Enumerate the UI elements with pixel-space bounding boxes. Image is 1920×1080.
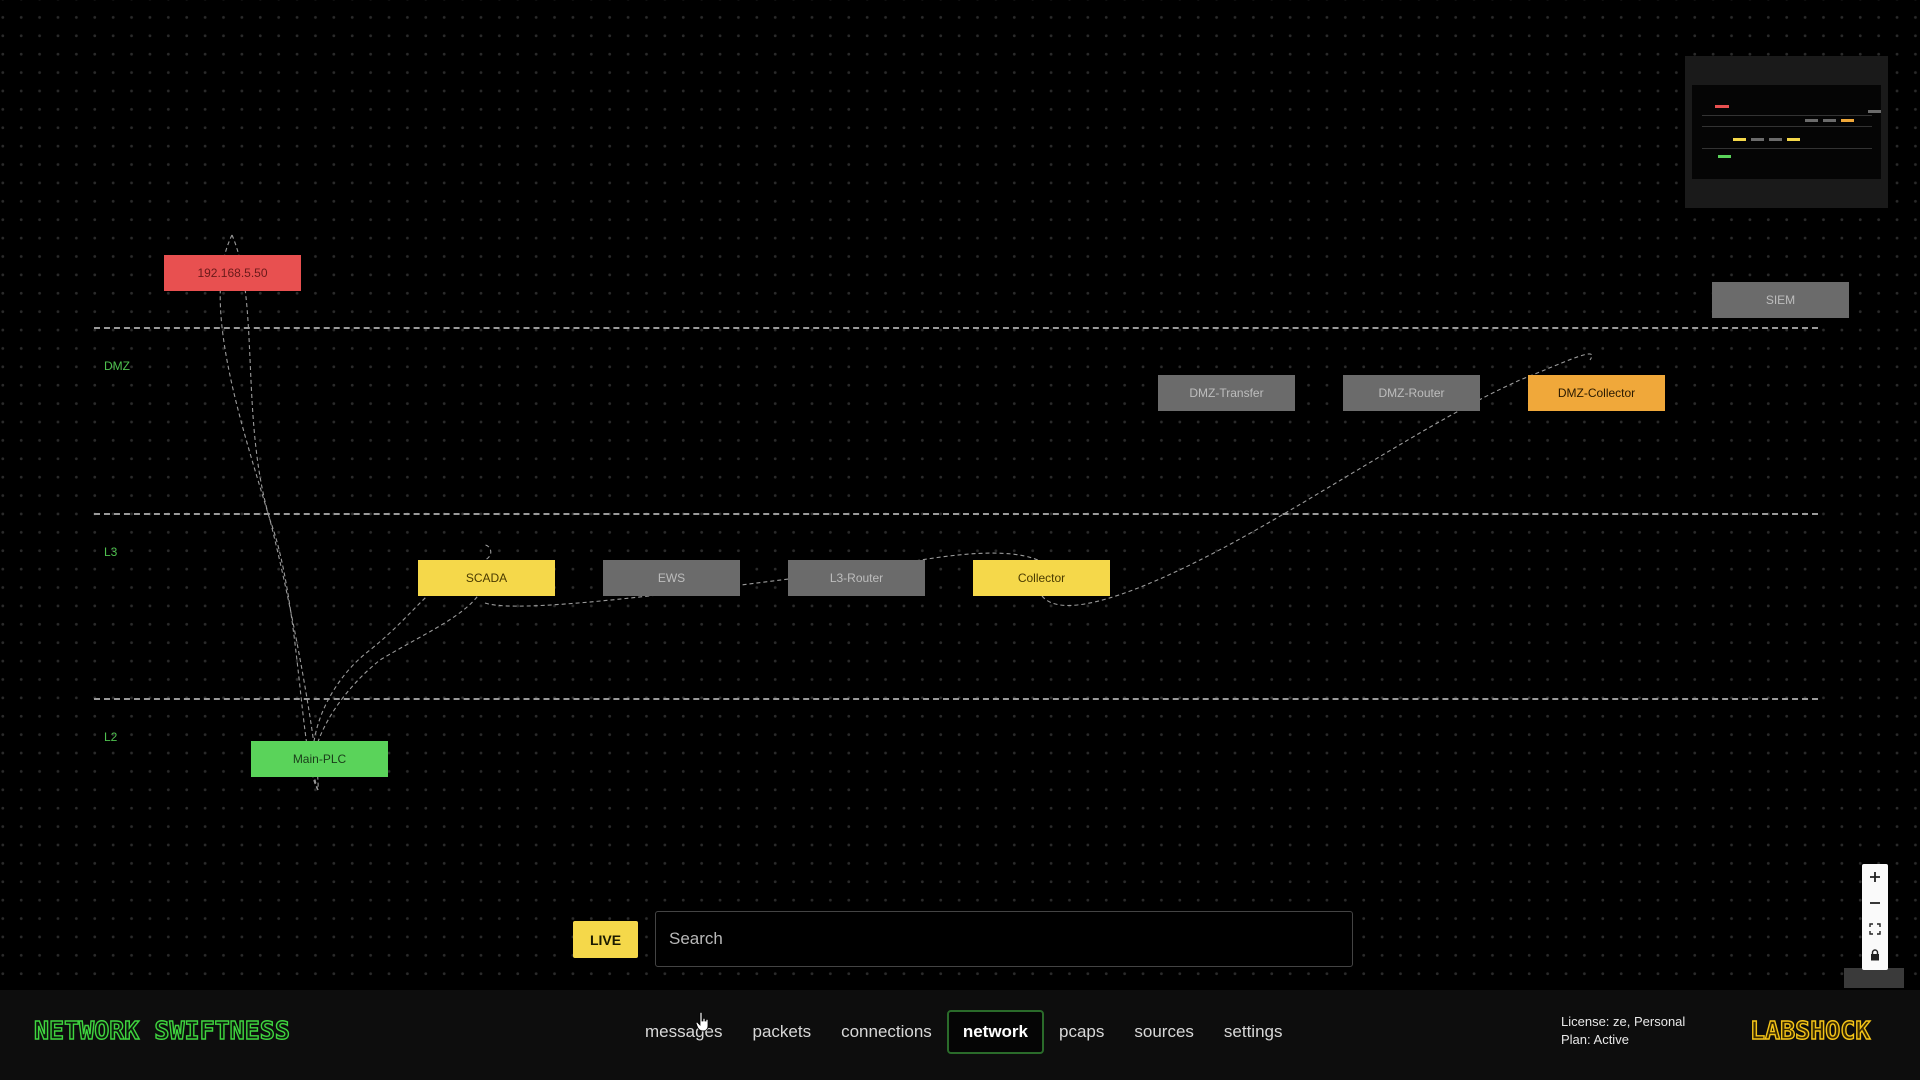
minimap-node [1823,119,1836,122]
node-main-plc[interactable]: Main-PLC [251,741,388,777]
minimap-node [1805,119,1818,122]
minimap-node [1769,138,1782,141]
minimap-divider [1702,148,1872,149]
nav-pcaps[interactable]: pcaps [1044,1012,1119,1052]
controls-attribution [1844,968,1904,988]
edges-layer [219,234,1593,791]
node-dmz-collector[interactable]: DMZ-Collector [1528,375,1665,411]
minimap-node [1751,138,1764,141]
labshock-logo: LABSHOCK [1749,1015,1871,1045]
zone-label-dmz: DMZ [104,359,130,373]
plan-line: Plan: Active [1561,1032,1629,1047]
nav-connections[interactable]: connections [826,1012,947,1052]
node-scada[interactable]: SCADA [418,560,555,596]
node-siem[interactable]: SIEM [1712,282,1849,318]
mouse-cursor-icon [696,1012,709,1032]
node-l3-router[interactable]: L3-Router [788,560,925,596]
minimap-node [1868,110,1881,113]
canvas-controls [1862,864,1888,970]
zone-divider-dmz [94,327,1818,329]
minimap-node [1718,155,1731,158]
minimap-divider [1702,126,1872,127]
zone-divider-l3 [94,513,1818,515]
main-nav: messages packets connections network pca… [630,1010,1298,1054]
nav-messages[interactable]: messages [630,1012,737,1052]
fit-view-icon[interactable] [1862,916,1888,942]
nav-settings[interactable]: settings [1209,1012,1298,1052]
zone-label-l3: L3 [104,545,118,559]
minimap-node [1715,105,1729,108]
minimap[interactable] [1685,56,1888,208]
node-collector[interactable]: Collector [973,560,1110,596]
zone-label-l2: L2 [104,730,118,744]
lock-icon[interactable] [1862,942,1888,968]
nav-sources[interactable]: sources [1119,1012,1209,1052]
zone-divider-l2 [94,698,1818,700]
license-info: License: ze, Personal Plan: Active [1561,1013,1685,1049]
license-line: License: ze, Personal [1561,1014,1686,1029]
search-input[interactable] [655,911,1353,967]
node-dmz-router[interactable]: DMZ-Router [1343,375,1480,411]
node-dmz-transfer[interactable]: DMZ-Transfer [1158,375,1295,411]
nav-packets[interactable]: packets [737,1012,826,1052]
minimap-viewport [1692,85,1881,179]
edge-scada-collector [484,552,1043,607]
live-button[interactable]: LIVE [573,921,638,958]
nav-network[interactable]: network [946,1010,1044,1054]
minimap-node [1733,138,1746,141]
node-ip[interactable]: 192.168.5.50 [164,255,301,291]
plus-icon[interactable] [1862,864,1888,890]
node-ews[interactable]: EWS [603,560,740,596]
minus-icon[interactable] [1862,890,1888,916]
minimap-node [1787,138,1800,141]
brand-logo: NETWORK SWIFTNESS [33,1015,290,1045]
edge-collector-dmzcollector [1041,353,1593,607]
minimap-node [1841,119,1854,122]
minimap-divider [1702,115,1872,116]
